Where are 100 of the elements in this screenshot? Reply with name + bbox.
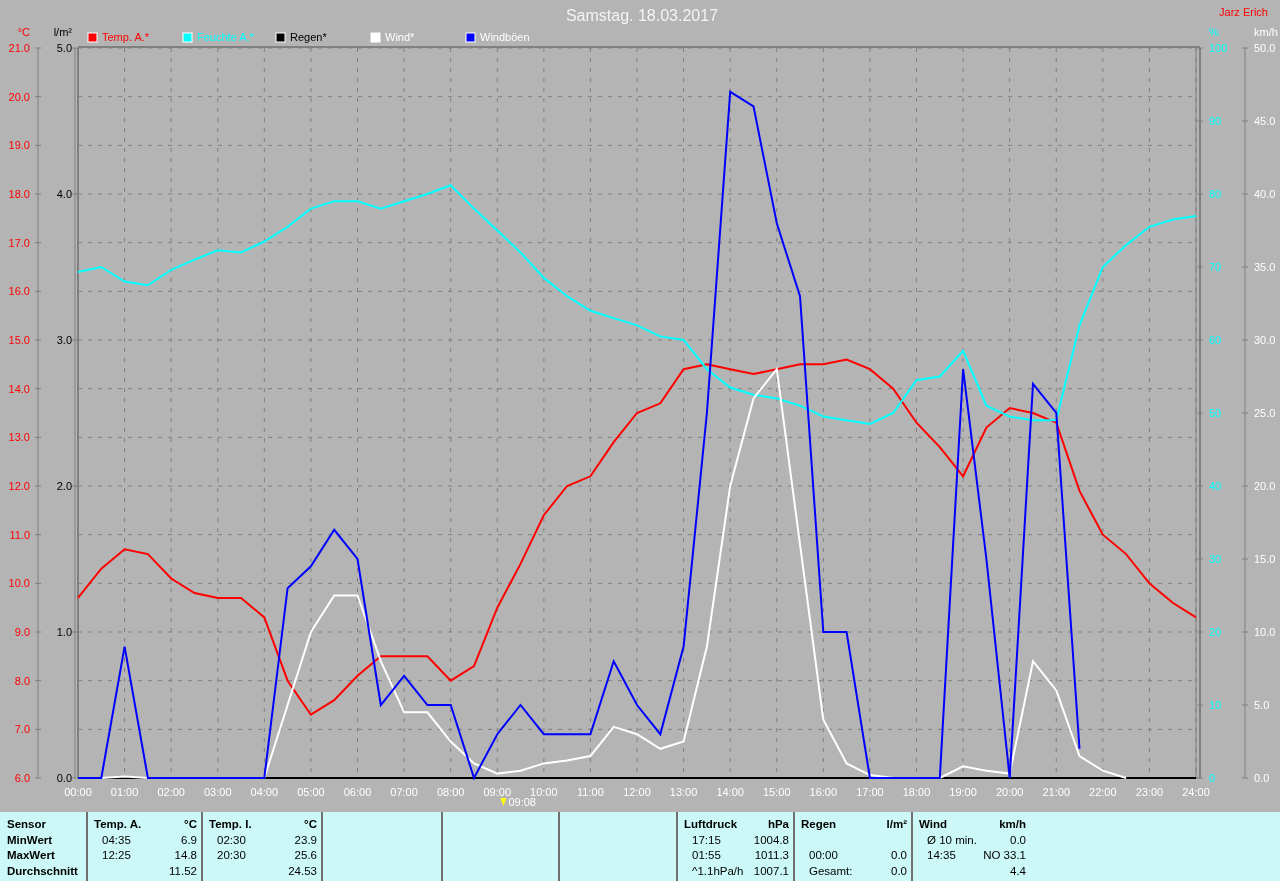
axis-tick-label: 14:00 xyxy=(716,786,744,798)
axis-tick-label: 10.0 xyxy=(1254,626,1276,638)
user-name: Jarz Erich xyxy=(1219,6,1268,18)
axis-tick-label: 17.0 xyxy=(8,236,30,249)
axis-tick-label: 20.0 xyxy=(1254,480,1276,492)
table-cell-text: 1011.3 xyxy=(753,849,789,863)
axis-tick-label: 100 xyxy=(1209,42,1228,54)
axis-tick-label: 11:00 xyxy=(577,786,604,798)
unit-label: °C xyxy=(183,818,197,832)
axis-tick-label: 12:00 xyxy=(623,786,651,798)
axis-tick-label: 1.0 xyxy=(56,626,72,638)
table-cell-text: 14:35 xyxy=(926,849,957,863)
table-cell-text: 02:30 xyxy=(216,833,247,848)
unit-label: °C xyxy=(303,818,317,832)
axis-tick-label: 50 xyxy=(1209,407,1222,419)
table-cell-text: 0.0 xyxy=(890,849,907,863)
axis-tick-label: 70 xyxy=(1209,261,1222,273)
table-cell-text: 01:55 xyxy=(691,849,722,863)
axis-tick-label: 24:00 xyxy=(1182,786,1210,798)
row-label: MaxWert xyxy=(7,849,56,863)
axis-tick-label: 80 xyxy=(1209,188,1222,200)
legend-label: Feuchte A.* xyxy=(197,31,254,43)
axis-tick-label: 08:00 xyxy=(436,786,465,798)
table-cell-text: 23.9 xyxy=(293,833,317,848)
table-cell-text: Ø 10 min. xyxy=(926,833,978,848)
table-cell-text: 04:35 xyxy=(101,833,132,848)
axis-tick-label: 6.0 xyxy=(14,772,30,784)
table-cell-text: 6.9 xyxy=(180,833,197,848)
axis-tick-label: 2.0 xyxy=(56,480,72,492)
table-cell-text: NO 33.1 xyxy=(983,849,1026,863)
axis-tick-label: 25.0 xyxy=(1254,407,1276,419)
table-cell-text: 17:15 xyxy=(691,833,722,848)
table-cell-text: 25.6 xyxy=(293,849,317,863)
axis-tick-label: 09:00 xyxy=(483,786,511,798)
legend-label: Temp. A.* xyxy=(102,31,150,43)
axis-tick-label: 16.0 xyxy=(8,285,30,298)
axis-tick-label: 21:00 xyxy=(1042,786,1070,798)
axis-unit-label: l/m² xyxy=(53,26,72,38)
axis-tick-label: 07:00 xyxy=(390,786,418,798)
axis-tick-label: 18.0 xyxy=(8,188,30,200)
axis-tick-label: 40.0 xyxy=(1254,188,1276,200)
axis-tick-label: 00:00 xyxy=(64,786,92,798)
axis-tick-label: 30.0 xyxy=(1254,334,1276,346)
axis-tick-label: 45.0 xyxy=(1254,115,1276,127)
axis-tick-label: 20:00 xyxy=(995,786,1024,798)
column-header: Wind xyxy=(919,818,948,832)
axis-tick-label: 01:00 xyxy=(110,786,139,798)
table-cell-text: 00:00 xyxy=(808,849,839,863)
unit-label: l/m² xyxy=(886,818,907,832)
axis-tick-label: 05:00 xyxy=(297,786,325,798)
table-cell-text: 12:25 xyxy=(101,849,132,863)
table-cell-text: 14.8 xyxy=(173,849,197,863)
unit-label: km/h xyxy=(998,818,1026,832)
axis-tick-label: 15.0 xyxy=(1254,553,1276,565)
axis-tick-label: 3.0 xyxy=(56,334,72,346)
axis-tick-label: 19.0 xyxy=(8,139,30,152)
axis-tick-label: 0 xyxy=(1209,772,1216,784)
axis-tick-label: 16:00 xyxy=(809,786,838,798)
axis-tick-label: 18:00 xyxy=(902,786,931,798)
axis-tick-label: 17:00 xyxy=(856,786,884,798)
table-cell-text: 1004.8 xyxy=(753,833,789,848)
axis-tick-label: 10 xyxy=(1209,699,1222,711)
axis-tick-label: 04:00 xyxy=(250,786,279,798)
marker-arrow-icon xyxy=(500,798,507,806)
column-header: Temp. A. xyxy=(94,818,143,832)
marker-time-label: 09:08 xyxy=(508,796,536,808)
axis-tick-label: 11.0 xyxy=(9,528,30,541)
axis-unit-label: km/h xyxy=(1254,26,1278,38)
axis-tick-label: 5.0 xyxy=(56,42,72,54)
row-label: MinWert xyxy=(7,833,54,848)
column-header: Luftdruck xyxy=(684,818,739,832)
axis-tick-label: 35.0 xyxy=(1254,261,1276,273)
table-cell-text: 11.52 xyxy=(169,864,197,879)
axis-tick-label: 7.0 xyxy=(14,723,30,736)
axis-tick-label: 9.0 xyxy=(14,626,30,638)
chart-title: Samstag. 18.03.2017 xyxy=(565,7,719,24)
table-cell-text: Gesamt: xyxy=(808,864,854,879)
row-label: Sensor xyxy=(7,818,47,832)
axis-tick-label: 19:00 xyxy=(949,786,977,798)
axis-tick-label: 60 xyxy=(1209,334,1222,346)
axis-tick-label: 30 xyxy=(1209,553,1222,565)
table-cell-text: 24.53 xyxy=(288,864,317,879)
column-header: Regen xyxy=(801,818,838,832)
axis-tick-label: 50.0 xyxy=(1254,42,1276,54)
unit-label: hPa xyxy=(766,818,789,832)
axis-tick-label: 15:00 xyxy=(763,786,791,798)
axis-tick-label: 8.0 xyxy=(14,674,30,687)
axis-tick-label: 02:00 xyxy=(157,786,185,798)
table-cell-text: 20:30 xyxy=(216,849,247,863)
legend-label: Wind* xyxy=(385,31,415,43)
legend-label: Regen* xyxy=(290,31,327,43)
table-cell-text: 0.0 xyxy=(1009,833,1026,848)
axis-tick-label: 22:00 xyxy=(1089,786,1117,798)
axis-tick-label: 5.0 xyxy=(1254,699,1270,711)
table-cell-text: 4.4 xyxy=(1009,864,1026,879)
axis-tick-label: 13.0 xyxy=(8,431,30,444)
axis-tick-label: 03:00 xyxy=(204,786,232,798)
axis-tick-label: 20.0 xyxy=(8,90,30,103)
axis-tick-label: 0.0 xyxy=(1254,772,1270,784)
axis-unit-label: °C xyxy=(17,26,30,38)
